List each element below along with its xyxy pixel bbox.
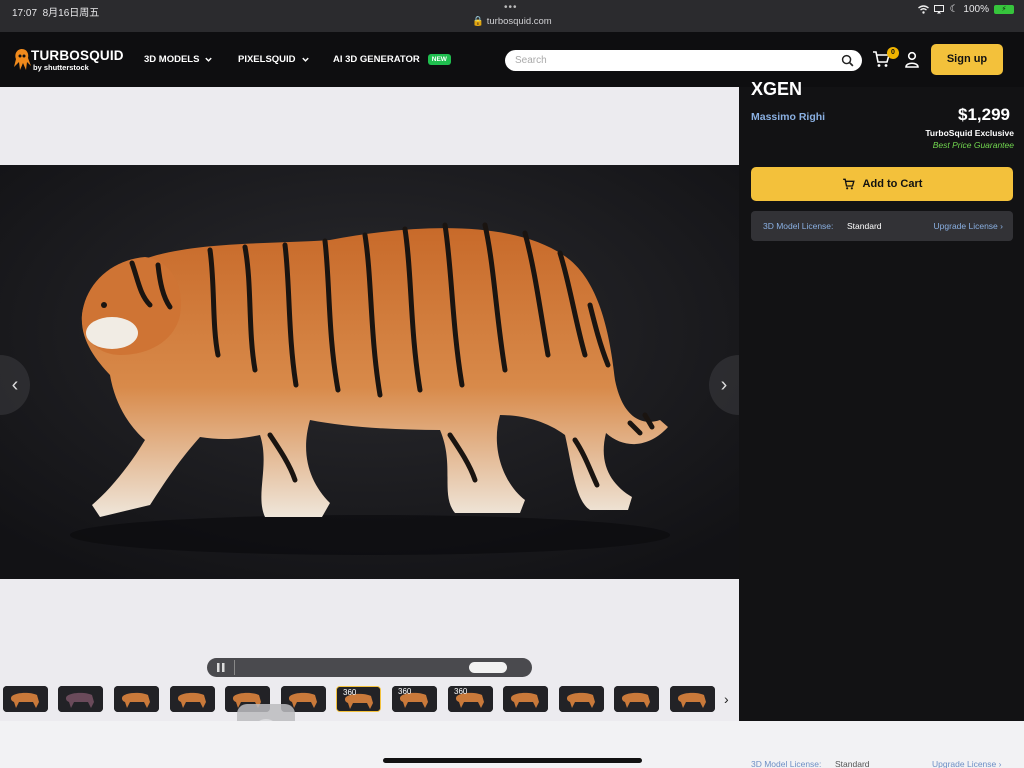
status-indicators: ☾ 100% ⚡ (918, 4, 1014, 15)
360-badge: 360 (398, 687, 412, 696)
chevron-down-icon (301, 57, 309, 62)
tiger-thumbnail-image (114, 686, 159, 712)
battery-percent: 100% (963, 4, 989, 15)
chevron-right-icon: › (1000, 221, 1003, 231)
browser-menu-dots-icon[interactable]: ••• (504, 2, 518, 13)
tiger-thumbnail-image (670, 686, 715, 712)
new-badge: NEW (427, 54, 451, 65)
thumbnail[interactable] (170, 686, 215, 712)
ghost-license-value: Standard (835, 759, 870, 768)
exclusive-label: TurboSquid Exclusive (925, 128, 1014, 138)
home-indicator[interactable] (383, 758, 642, 763)
chevron-down-icon (205, 57, 213, 62)
chevron-right-icon: › (720, 373, 728, 396)
thumbnail[interactable] (503, 686, 548, 712)
add-to-cart-button[interactable]: Add to Cart (751, 167, 1013, 201)
ghost-upgrade-license[interactable]: Upgrade License › (932, 759, 1001, 768)
license-value: Standard (847, 221, 882, 231)
thumbnail[interactable] (614, 686, 659, 712)
ghost-upgrade-label: Upgrade License (932, 759, 997, 768)
tiger-thumbnail-image (559, 686, 604, 712)
squid-logo-icon (14, 49, 31, 70)
thumbnail[interactable] (559, 686, 604, 712)
tiger-model-preview[interactable] (0, 165, 739, 579)
address-bar[interactable]: 🔒 turbosquid.com (0, 16, 1024, 27)
thumbnail[interactable]: 360 (336, 686, 381, 712)
thumbnail[interactable] (114, 686, 159, 712)
battery-icon: ⚡ (994, 5, 1014, 14)
thumbnail[interactable] (3, 686, 48, 712)
model-viewer: ‹ › 360 360 360 › (0, 87, 739, 721)
thumbnail[interactable]: 360 (448, 686, 493, 712)
license-label: 3D Model License: (763, 221, 834, 231)
device-status-bar: 17:07 8月16日周五 ••• 🔒 turbosquid.com ☾ 100… (0, 0, 1024, 32)
scrubber-handle[interactable] (469, 662, 507, 673)
upgrade-license-label: Upgrade License (933, 221, 998, 231)
tiger-thumbnail-image (170, 686, 215, 712)
chevron-left-icon: ‹ (11, 373, 19, 396)
nav-pixelsquid-label: PIXELSQUID (238, 54, 296, 65)
tiger-render-image (0, 165, 739, 579)
thumbnail[interactable] (670, 686, 715, 712)
user-account-icon[interactable] (904, 51, 920, 68)
bottom-bar: 3D Model License: Standard Upgrade Licen… (0, 721, 1024, 768)
nav-3d-models-label: 3D MODELS (144, 54, 200, 65)
search-input[interactable] (515, 53, 815, 68)
thumbnails-next-chevron-icon[interactable]: › (724, 691, 729, 707)
upgrade-license-link[interactable]: Upgrade License › (934, 221, 1003, 231)
screen-mirror-icon (934, 5, 945, 14)
search-icon[interactable] (841, 54, 854, 67)
nav-ai-label: AI 3D GENERATOR (333, 54, 420, 65)
moon-icon: ☾ (949, 4, 959, 15)
360-badge: 360 (343, 688, 357, 697)
tiger-thumbnail-image (3, 686, 48, 712)
nav-3d-models[interactable]: 3D MODELS (144, 54, 213, 65)
cart-button[interactable]: 0 (872, 47, 899, 70)
author-link[interactable]: Massimo Righi (751, 111, 825, 123)
thumbnail[interactable]: 360 (392, 686, 437, 712)
tiger-thumbnail-image (58, 686, 103, 712)
nav-ai-3d-generator[interactable]: AI 3D GENERATOR NEW (333, 54, 451, 65)
turntable-scrubber[interactable] (207, 658, 532, 677)
thumbnail-strip: 360 360 360 (3, 686, 723, 714)
ghost-license-label: 3D Model License: (751, 759, 822, 768)
cart-count-badge: 0 (887, 47, 899, 59)
tiger-thumbnail-image (614, 686, 659, 712)
tiger-thumbnail-image (503, 686, 548, 712)
logo-wordmark: TURBOSQUID (31, 48, 124, 63)
search-bar[interactable] (505, 50, 862, 71)
add-to-cart-label: Add to Cart (862, 178, 923, 190)
product-title: XGEN (751, 79, 803, 99)
nav-pixelsquid[interactable]: PIXELSQUID (238, 54, 310, 65)
scrubber-divider (234, 660, 235, 675)
wifi-icon (918, 5, 930, 14)
page: 17:07 8月16日周五 ••• 🔒 turbosquid.com ☾ 100… (0, 0, 1024, 768)
product-price: $1,299 (958, 105, 1010, 124)
360-badge: 360 (454, 687, 468, 696)
product-panel: XGEN Massimo Righi $1,299 TurboSquid Exc… (739, 79, 1024, 721)
pause-icon[interactable] (217, 663, 225, 672)
license-selector: 3D Model License: Standard Upgrade Licen… (751, 211, 1013, 241)
cart-icon (842, 178, 855, 190)
sign-up-button[interactable]: Sign up (931, 44, 1003, 75)
thumbnail[interactable] (58, 686, 103, 712)
logo-subtitle: by shutterstock (33, 63, 89, 72)
price-guarantee-label: Best Price Guarantee (932, 140, 1014, 150)
turbosquid-logo[interactable]: TURBOSQUID by shutterstock (12, 47, 132, 75)
